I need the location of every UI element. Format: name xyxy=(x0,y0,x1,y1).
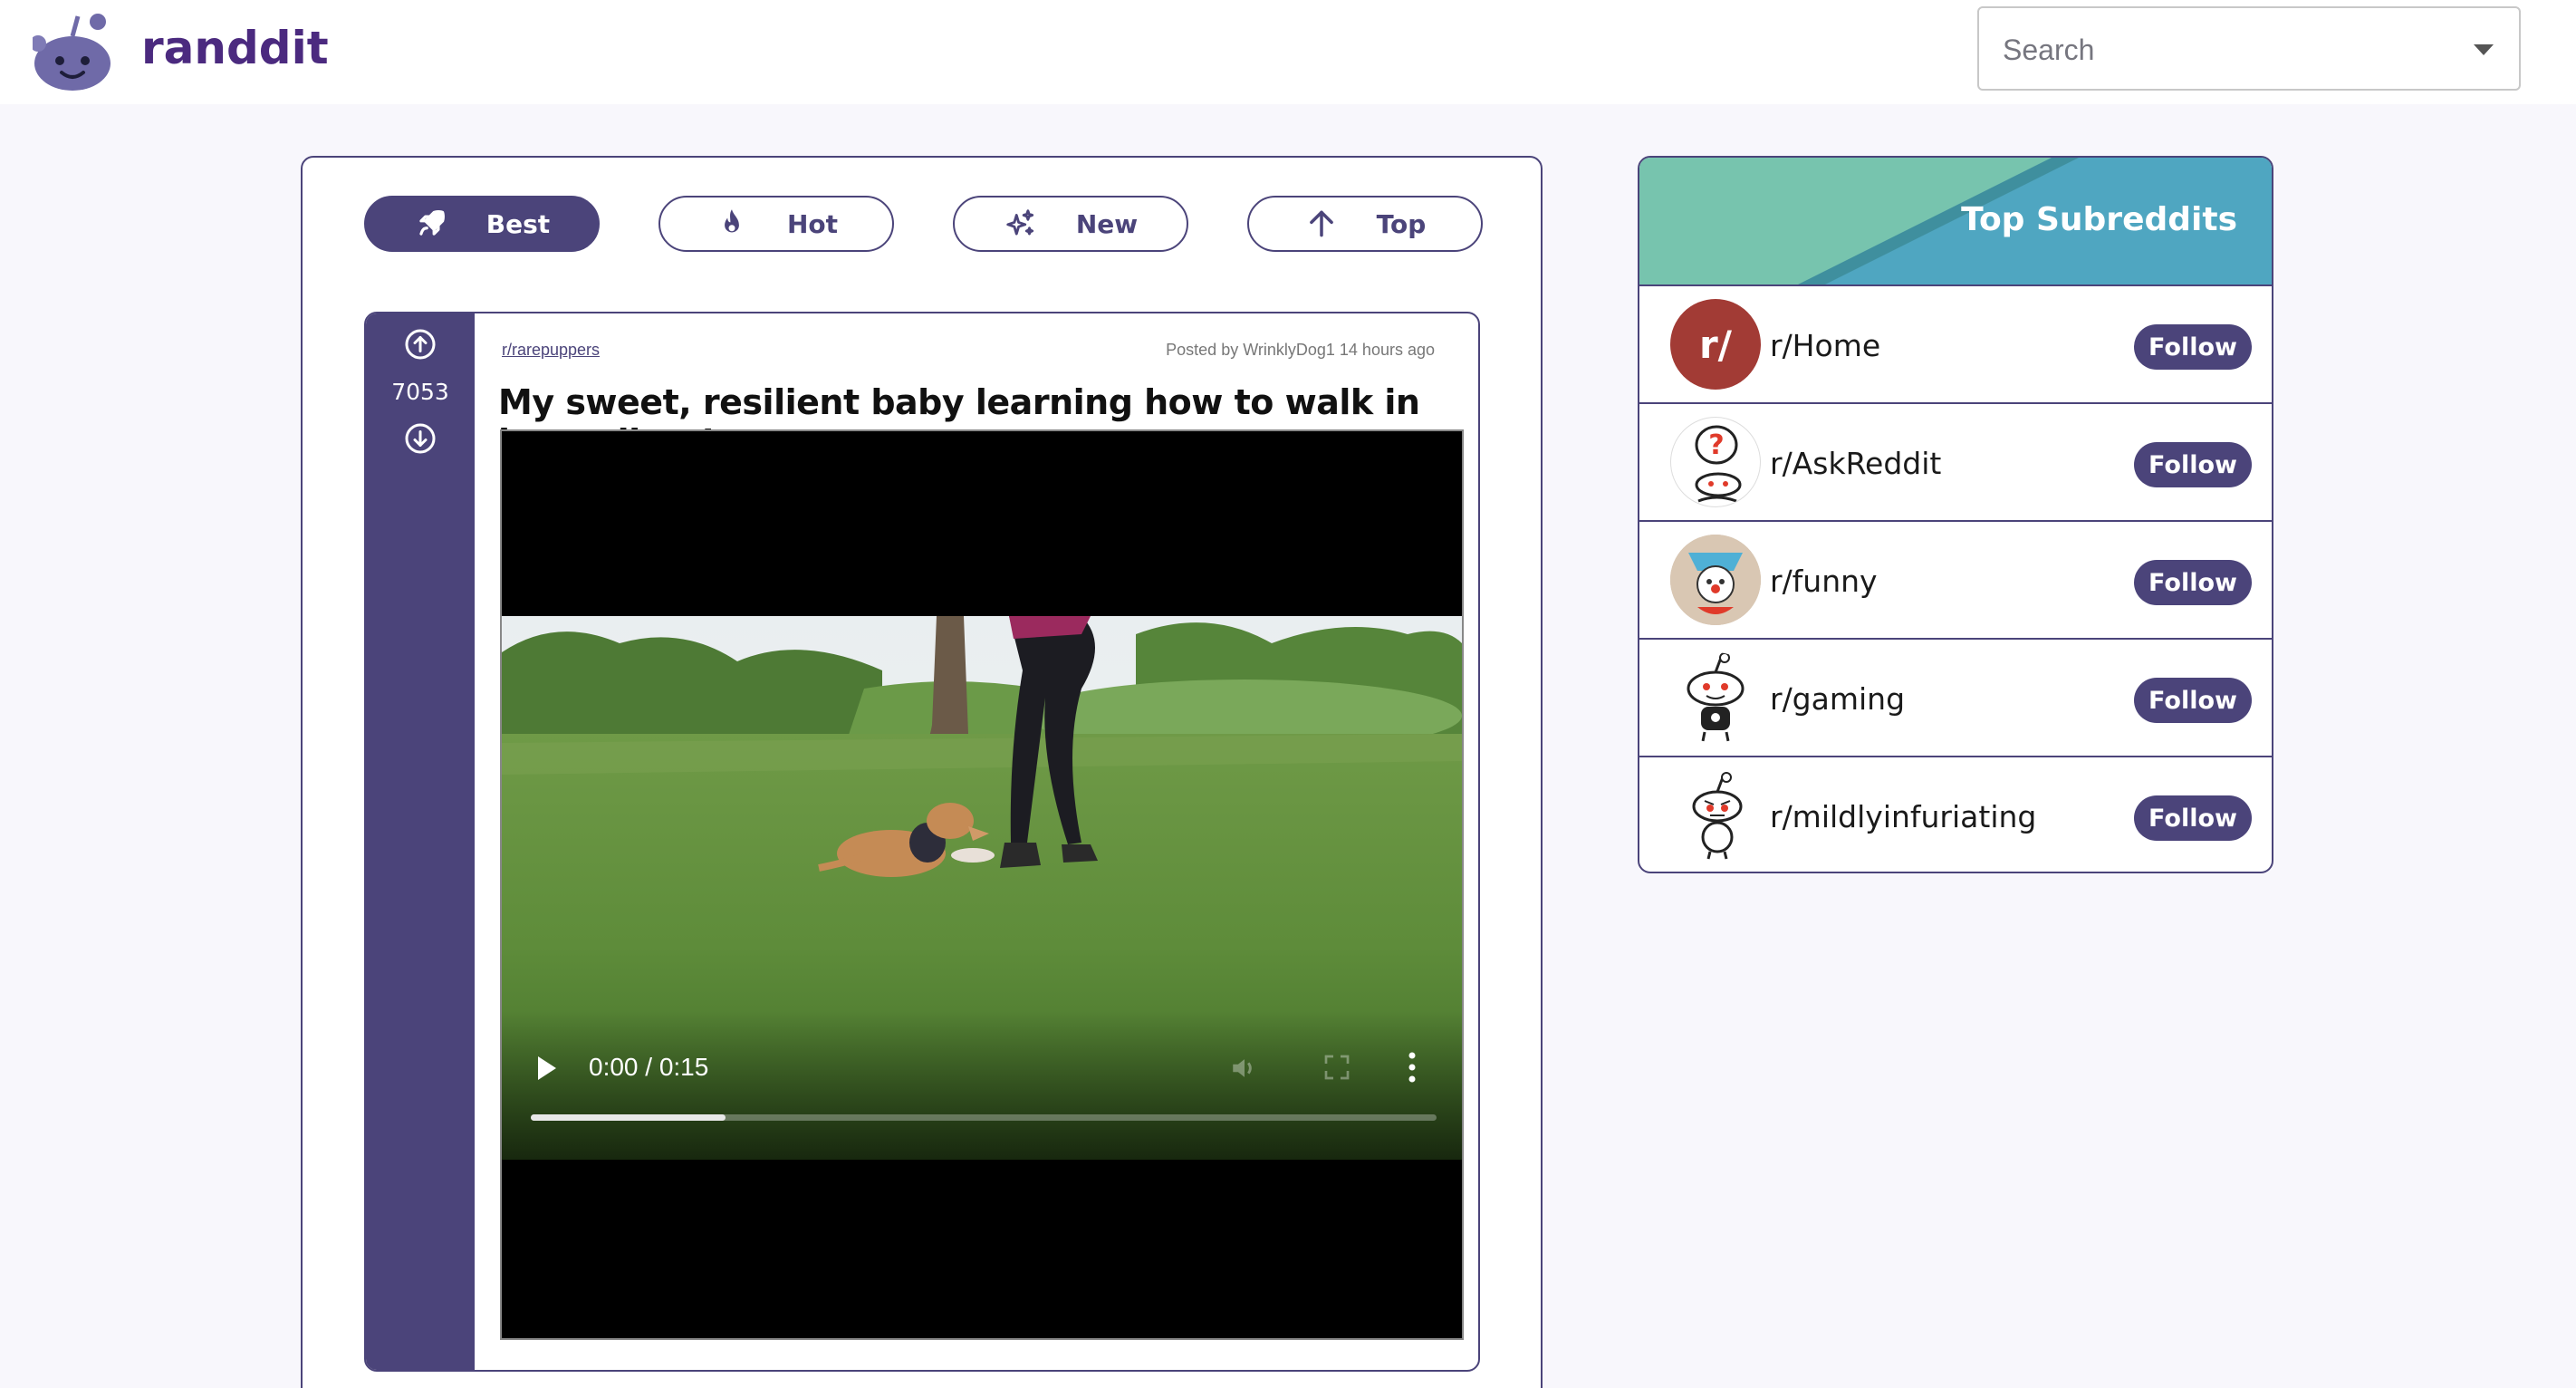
sort-new-label: New xyxy=(1075,208,1139,239)
gaming-avatar xyxy=(1670,652,1761,743)
downvote-icon[interactable] xyxy=(404,422,437,455)
askreddit-avatar: ? xyxy=(1670,417,1761,507)
subreddit-row-mildlyinfuriating[interactable]: r/mildlyinfuriating Follow xyxy=(1639,756,2272,872)
svg-text:?: ? xyxy=(1708,429,1724,461)
subreddit-row-home[interactable]: r/ r/Home Follow xyxy=(1639,284,2272,402)
chevron-down-icon[interactable] xyxy=(2474,44,2494,55)
subreddit-name[interactable]: r/mildlyinfuriating xyxy=(1770,799,2036,834)
sort-best-label: Best xyxy=(485,208,551,239)
video-time: 0:00 / 0:15 xyxy=(589,1053,709,1081)
top-subreddits-title: Top Subreddits xyxy=(1961,201,2237,238)
randdit-logo[interactable] xyxy=(30,9,114,91)
follow-button[interactable]: Follow xyxy=(2134,795,2252,841)
sparkles-icon xyxy=(1006,209,1033,236)
upvote-icon[interactable] xyxy=(404,328,437,361)
sort-top-label: Top xyxy=(1376,208,1427,239)
post-subreddit-link[interactable]: r/rarepuppers xyxy=(502,341,600,360)
video-progress-bar[interactable] xyxy=(531,1114,1437,1121)
vote-column: 7053 xyxy=(366,313,475,1370)
home-avatar: r/ xyxy=(1670,299,1761,390)
fullscreen-icon[interactable] xyxy=(1322,1053,1351,1082)
follow-button[interactable]: Follow xyxy=(2134,442,2252,487)
subreddit-name[interactable]: r/AskReddit xyxy=(1770,446,1941,481)
play-icon[interactable] xyxy=(538,1056,556,1080)
top-subreddits-panel: Top Subreddits r/ r/Home Follow ? r/AskR… xyxy=(1638,156,2273,873)
vote-count: 7053 xyxy=(391,379,449,405)
search-box[interactable] xyxy=(1977,6,2521,91)
post-card: 7053 r/rarepuppers Posted by WrinklyDog1… xyxy=(364,312,1480,1372)
sort-hot-button[interactable]: Hot xyxy=(658,196,894,252)
funny-avatar xyxy=(1670,535,1761,625)
search-input[interactable] xyxy=(2003,28,2437,72)
subreddit-row-funny[interactable]: r/funny Follow xyxy=(1639,520,2272,638)
subreddit-name[interactable]: r/Home xyxy=(1770,328,1880,363)
subreddit-name[interactable]: r/funny xyxy=(1770,564,1878,599)
more-options-icon[interactable] xyxy=(1408,1051,1417,1084)
follow-button[interactable]: Follow xyxy=(2134,560,2252,605)
subreddit-row-askreddit[interactable]: ? r/AskReddit Follow xyxy=(1639,402,2272,520)
subreddit-name[interactable]: r/gaming xyxy=(1770,681,1905,717)
arrow-up-icon xyxy=(1309,210,1333,237)
flame-icon xyxy=(725,209,739,233)
brand-name[interactable]: randdit xyxy=(141,22,329,74)
volume-icon[interactable] xyxy=(1226,1053,1263,1084)
sort-new-button[interactable]: New xyxy=(953,196,1188,252)
sort-hot-label: Hot xyxy=(786,208,839,239)
post-meta: Posted by WrinklyDog1 14 hours ago xyxy=(1166,341,1435,359)
video-progress-fill xyxy=(531,1114,726,1121)
home-avatar-text: r/ xyxy=(1698,322,1733,367)
feed-panel: Best Hot New Top 7053 r/rarepuppers Post… xyxy=(301,156,1543,1388)
video-player[interactable]: 0:00 / 0:15 xyxy=(500,429,1464,1340)
sort-best-button[interactable]: Best xyxy=(364,196,600,252)
top-header: randdit xyxy=(0,0,2576,104)
follow-button[interactable]: Follow xyxy=(2134,678,2252,723)
sort-top-button[interactable]: Top xyxy=(1247,196,1483,252)
follow-button[interactable]: Follow xyxy=(2134,324,2252,370)
rocket-icon xyxy=(419,210,445,236)
mildlyinfuriating-avatar xyxy=(1670,770,1761,861)
subreddit-row-gaming[interactable]: r/gaming Follow xyxy=(1639,638,2272,756)
top-subreddits-banner: Top Subreddits xyxy=(1639,158,2272,284)
